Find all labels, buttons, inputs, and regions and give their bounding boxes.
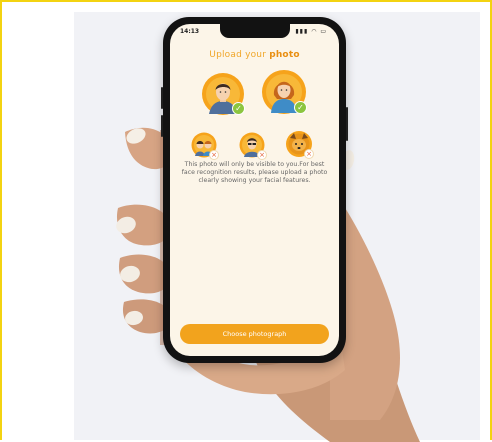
privacy-description: This photo will only be visible to you.F… — [181, 161, 328, 184]
status-icons: ▮▮▮ ◠ ▭ — [295, 28, 327, 35]
example-photo-man-valid: ✓ — [201, 72, 245, 120]
valid-check-icon: ✓ — [294, 101, 307, 114]
smartphone: 14:13 ▮▮▮ ◠ ▭ Upload your photo ✓ ✓ × × … — [161, 17, 348, 363]
status-bar: 14:13 ▮▮▮ ◠ ▭ — [170, 28, 339, 40]
title-highlight: photo — [269, 50, 300, 60]
example-photo-woman-valid: ✓ — [261, 69, 307, 119]
invalid-cross-icon: × — [209, 150, 219, 160]
title-prefix: Upload your — [209, 50, 270, 60]
example-photo-glasses-invalid: × — [239, 132, 267, 162]
invalid-cross-icon: × — [304, 149, 314, 159]
choose-photograph-button[interactable]: Choose photograph — [180, 324, 329, 344]
example-photo-animal-invalid: × — [285, 130, 314, 162]
volume-button — [161, 87, 163, 109]
phone-screen: 14:13 ▮▮▮ ◠ ▭ Upload your photo ✓ ✓ × × … — [170, 24, 339, 356]
page-title: Upload your photo — [170, 50, 339, 60]
power-button — [346, 107, 348, 141]
example-photo-group-invalid: × — [191, 132, 219, 162]
volume-button — [161, 115, 163, 137]
status-time: 14:13 — [180, 28, 200, 35]
invalid-cross-icon: × — [257, 150, 267, 160]
valid-check-icon: ✓ — [232, 102, 245, 115]
